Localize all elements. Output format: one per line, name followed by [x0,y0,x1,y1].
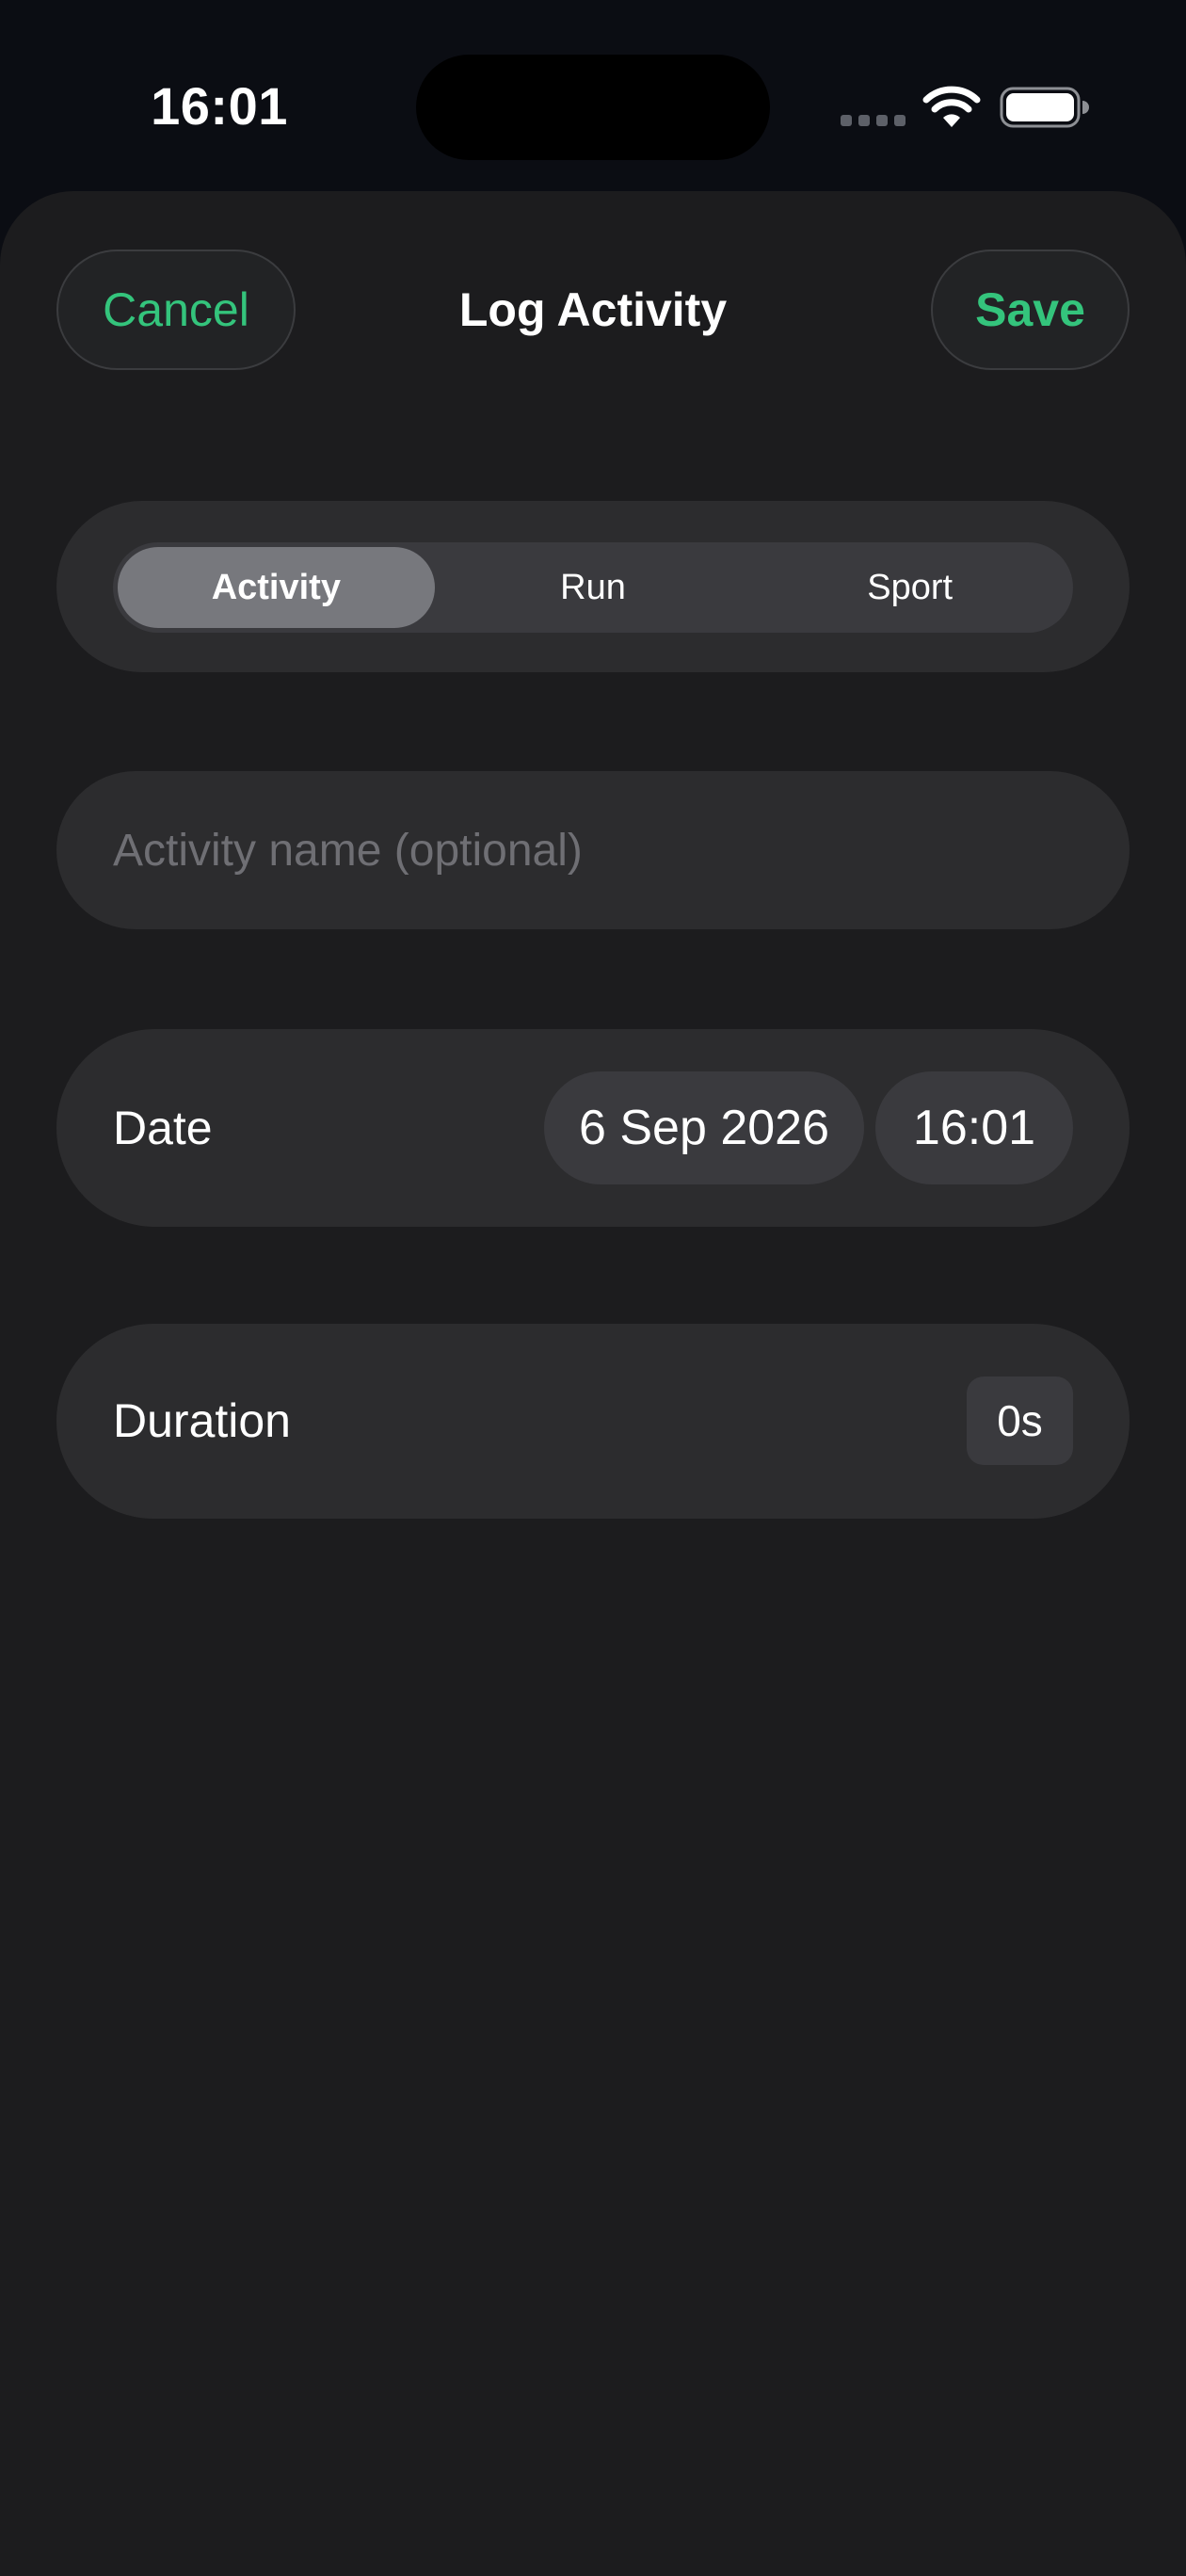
duration-row: Duration 0s [56,1324,1130,1519]
status-time: 16:01 [151,76,288,136]
date-picker-button[interactable]: 6 Sep 2026 [544,1071,864,1184]
activity-type-card: Activity Run Sport [56,501,1130,672]
activity-name-card [56,771,1130,929]
page-title: Log Activity [458,283,728,336]
dynamic-island [416,55,770,160]
log-activity-screen: 16:01 Cancel Log Activity Save Activity … [0,0,1186,2576]
cancel-button[interactable]: Cancel [56,250,296,370]
duration-picker-button[interactable]: 0s [967,1377,1073,1465]
date-row: Date 6 Sep 2026 16:01 [56,1029,1130,1227]
date-label: Date [113,1102,213,1154]
wifi-icon [922,86,981,127]
save-button[interactable]: Save [931,250,1130,370]
log-activity-sheet: Cancel Log Activity Save Activity Run Sp… [0,191,1186,2576]
activity-name-input[interactable] [113,771,1073,929]
segment-run[interactable]: Run [435,547,752,628]
battery-icon [1000,87,1089,128]
segment-activity[interactable]: Activity [118,547,435,628]
status-bar: 16:01 [0,0,1186,193]
segment-sport[interactable]: Sport [751,547,1068,628]
time-picker-button[interactable]: 16:01 [875,1071,1073,1184]
activity-type-segmented-control: Activity Run Sport [113,542,1073,633]
duration-label: Duration [113,1394,291,1447]
signal-icon [841,115,906,128]
